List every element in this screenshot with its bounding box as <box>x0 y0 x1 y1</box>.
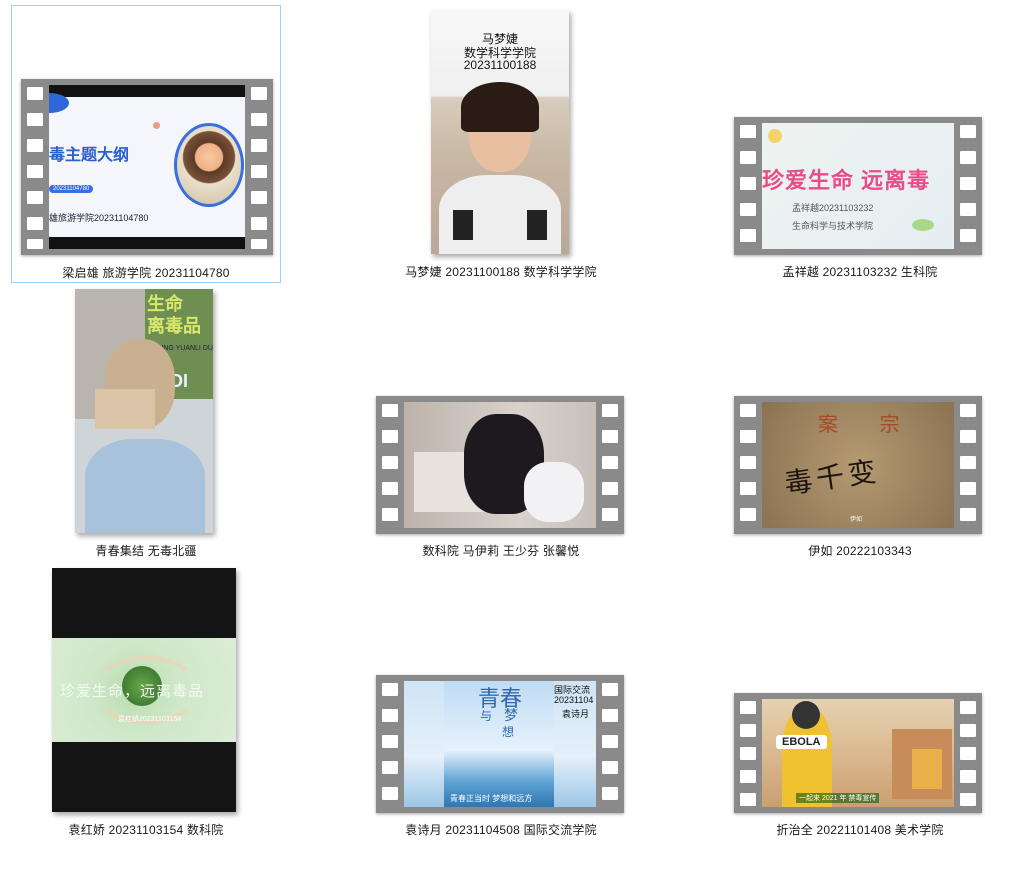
portrait-thumbnail: 珍爱生命，远离毒品 袁红娇20231103154 <box>52 568 236 812</box>
video-thumbnail[interactable]: 生命 离毒品 NGMING YUANLI DU IDI <box>11 284 281 538</box>
video-thumbnail[interactable]: EBOLA 一起来 2021 年 禁毒宣传 <box>725 563 995 817</box>
overlay-sub: 孟祥越20231103232 <box>792 203 874 213</box>
overlay-title-2: 与 <box>480 709 493 723</box>
overlay-side-2: 20231104 <box>554 695 594 705</box>
video-caption: 袁红娇 20231103154 数科院 <box>68 823 224 837</box>
overlay-bottom: 青春正当时 梦想和远方 <box>450 794 533 803</box>
overlay-sub2: 生命科学与技术学院 <box>792 221 874 231</box>
film-strip: 珍爱生命 远离毒 孟祥越20231103232 生命科学与技术学院 <box>734 117 982 255</box>
video-tile-8[interactable]: 青春 与 梦 想 国际交流 20231104 袁诗月 青春正当时 梦想和远方 袁… <box>366 563 636 841</box>
video-tile-7[interactable]: 珍爱生命，远离毒品 袁红娇20231103154 袁红娇 20231103154… <box>11 563 281 841</box>
overlay-small: 袁红娇20231103154 <box>118 716 182 723</box>
video-caption: 折治全 20221101408 美术学院 <box>776 823 944 837</box>
film-strip: 毒主题大纲 20231104780 雄旅游学院20231104780 <box>21 79 273 255</box>
film-strip: EBOLA 一起来 2021 年 禁毒宣传 <box>734 693 982 813</box>
video-caption: 数科院 马伊莉 王少芬 张馨悦 <box>422 544 580 558</box>
video-caption: 伊如 20222103343 <box>808 544 912 558</box>
slide-org: 雄旅游学院20231104780 <box>49 213 149 223</box>
overlay-badge: EBOLA <box>776 735 827 749</box>
video-caption: 袁诗月 20231104508 国际交流学院 <box>405 823 597 837</box>
portrait-thumbnail: 生命 离毒品 NGMING YUANLI DU IDI <box>75 289 213 533</box>
slide-code: 20231104780 <box>49 185 94 193</box>
overlay-small: 伊如 <box>850 517 863 523</box>
video-thumbnail[interactable]: 青春 与 梦 想 国际交流 20231104 袁诗月 青春正当时 梦想和远方 <box>366 563 636 817</box>
video-thumbnail[interactable]: 珍爱生命 远离毒 孟祥越20231103232 生命科学与技术学院 <box>725 5 995 259</box>
video-tile-3[interactable]: 珍爱生命 远离毒 孟祥越20231103232 生命科学与技术学院 孟祥越 20… <box>725 5 995 283</box>
overlay-main: 毒千变 <box>782 455 882 500</box>
film-strip <box>376 396 624 534</box>
video-thumbnail[interactable]: 马梦婕 数学科学学院 20231100188 <box>366 5 636 259</box>
video-tile-2[interactable]: 马梦婕 数学科学学院 20231100188 马梦婕 20231100188 数… <box>366 5 636 283</box>
video-tile-4[interactable]: 生命 离毒品 NGMING YUANLI DU IDI 青春集结 无毒北疆 <box>11 284 281 562</box>
overlay-id: 20231100188 <box>463 58 537 72</box>
video-thumbnail[interactable]: 毒主题大纲 20231104780 雄旅游学院20231104780 <box>12 6 280 260</box>
video-tile-6[interactable]: 案 宗 毒千变 伊如 伊如 20222103343 <box>725 284 995 562</box>
video-caption: 梁启雄 旅游学院 20231104780 <box>62 266 230 280</box>
video-caption: 青春集结 无毒北疆 <box>95 544 197 558</box>
overlay-main: 珍爱生命，远离毒品 <box>60 683 205 700</box>
video-thumbnail[interactable] <box>366 284 636 538</box>
slide-title: 毒主题大纲 <box>49 147 130 164</box>
video-caption: 孟祥越 20231103232 生科院 <box>782 265 938 279</box>
overlay-title: 珍爱生命 远离毒 <box>762 168 931 193</box>
overlay-banner: 生命 离毒品 <box>147 294 201 336</box>
overlay-title-4: 想 <box>502 725 515 739</box>
video-thumbnail[interactable]: 案 宗 毒千变 伊如 <box>725 284 995 538</box>
video-tile-5[interactable]: 数科院 马伊莉 王少芬 张馨悦 <box>366 284 636 562</box>
overlay-top: 案 宗 <box>818 414 918 436</box>
film-strip: 青春 与 梦 想 国际交流 20231104 袁诗月 青春正当时 梦想和远方 <box>376 675 624 813</box>
video-thumbnail[interactable]: 珍爱生命，远离毒品 袁红娇20231103154 <box>11 563 281 817</box>
overlay-side-3: 袁诗月 <box>562 709 590 719</box>
video-tile-1[interactable]: 毒主题大纲 20231104780 雄旅游学院20231104780 梁启雄 旅… <box>11 5 281 283</box>
portrait-thumbnail: 马梦婕 数学科学学院 20231100188 <box>431 10 569 254</box>
video-tile-9[interactable]: EBOLA 一起来 2021 年 禁毒宣传 折治全 20221101408 美术… <box>725 563 995 841</box>
overlay-bottom: 一起来 2021 年 禁毒宣传 <box>796 793 880 803</box>
overlay-title-3: 梦 <box>504 707 518 723</box>
film-strip: 案 宗 毒千变 伊如 <box>734 396 982 534</box>
video-caption: 马梦婕 20231100188 数学科学学院 <box>405 265 597 279</box>
